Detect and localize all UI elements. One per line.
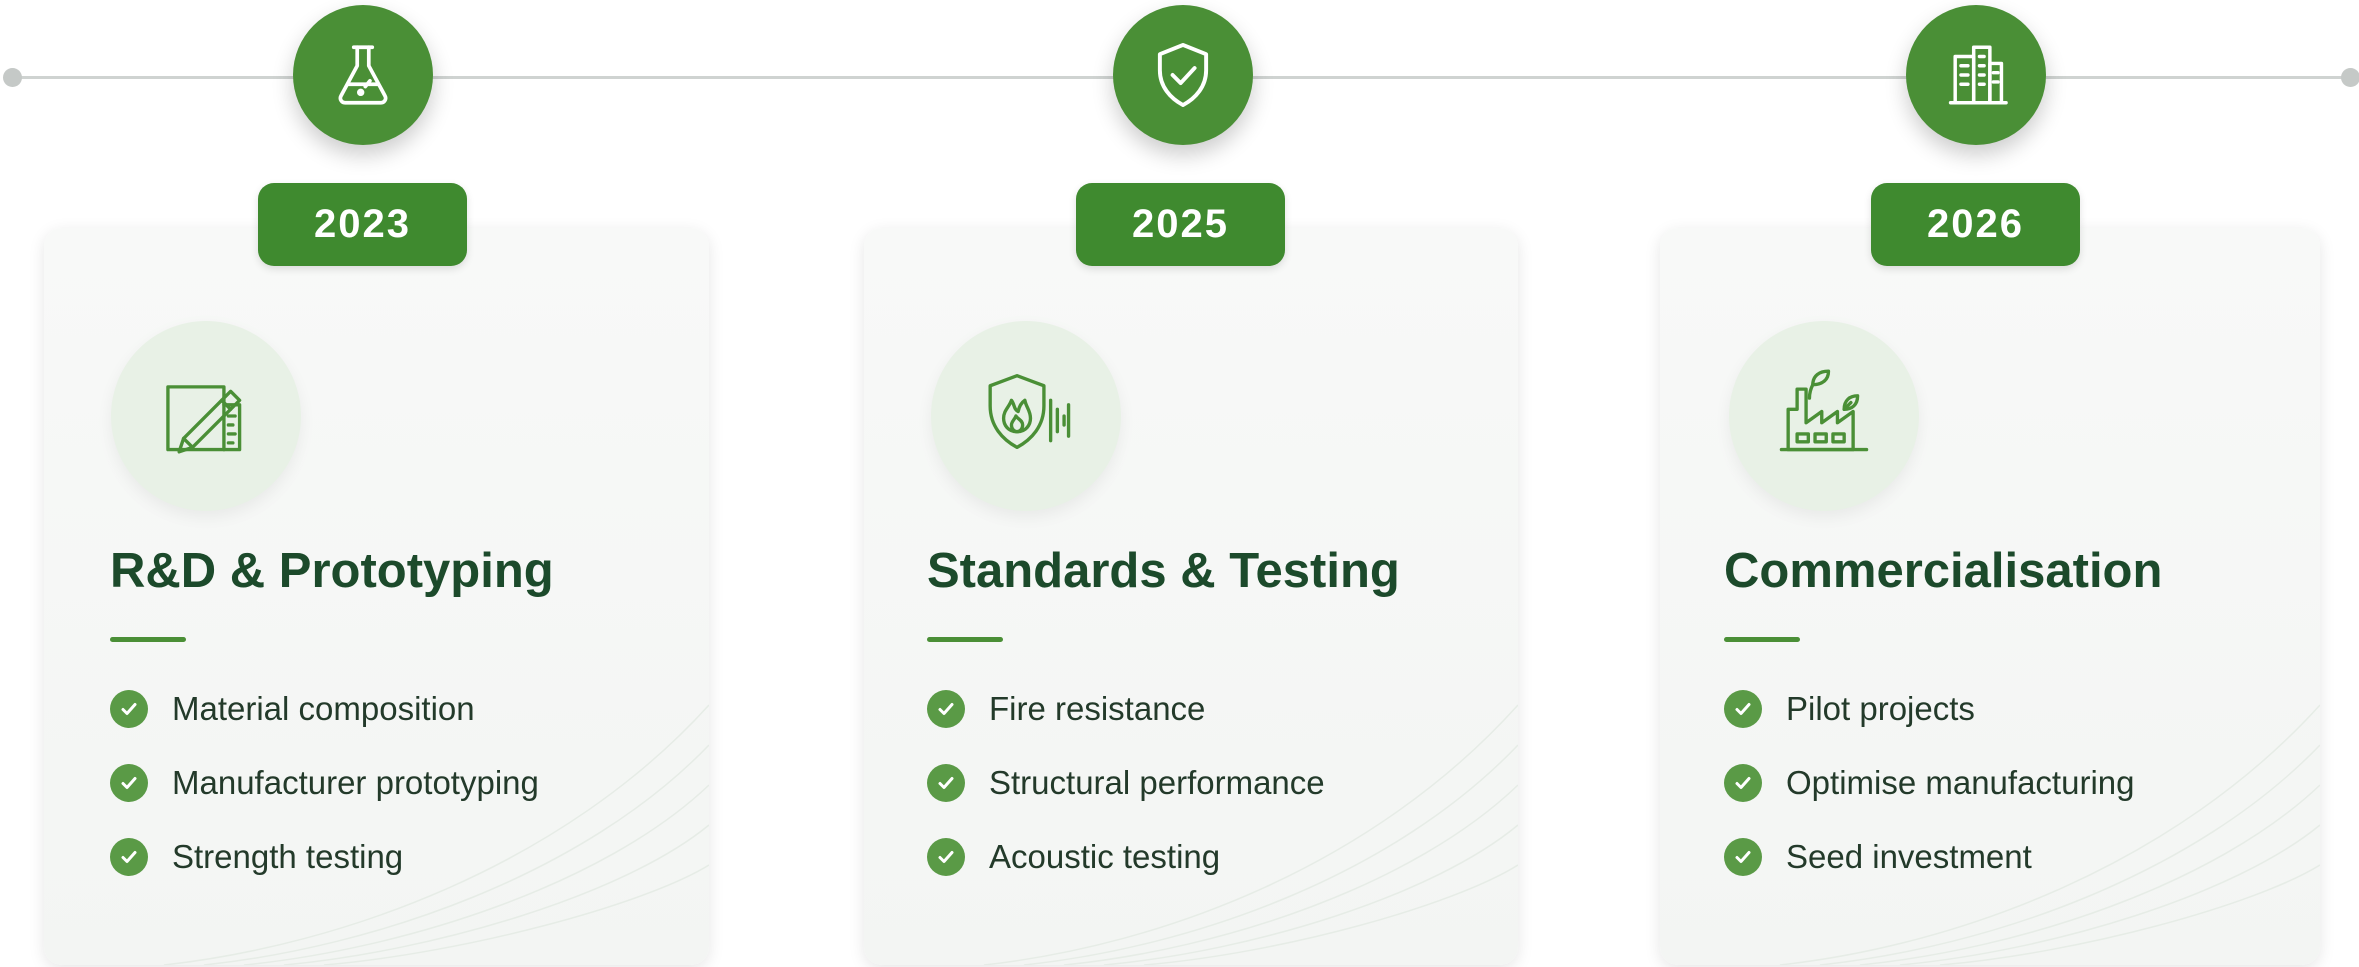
fire-shield-sound-icon	[931, 321, 1121, 511]
list-item-label: Fire resistance	[989, 690, 1206, 727]
list-item-label: Manufacturer prototyping	[172, 764, 539, 801]
flask-icon	[293, 5, 433, 145]
list-item: Seed investment	[1724, 836, 2134, 878]
drafting-pencil-ruler-icon	[111, 321, 301, 511]
list-item-label: Optimise manufacturing	[1786, 764, 2135, 801]
factory-leaf-icon	[1729, 321, 1919, 511]
buildings-icon	[1906, 5, 2046, 145]
list-item: Pilot projects	[1724, 688, 2134, 730]
phase-title: Commercialisation	[1724, 544, 2163, 598]
list-item: Manufacturer prototyping	[110, 762, 539, 804]
check-circle-icon	[1724, 764, 1762, 802]
year-badge-2026: 2026	[1871, 183, 2080, 266]
check-circle-icon	[1724, 690, 1762, 728]
checklist: Pilot projects Optimise manufacturing Se…	[1724, 688, 2134, 910]
list-item: Material composition	[110, 688, 539, 730]
timeline-end-dot	[2341, 68, 2359, 87]
list-item: Strength testing	[110, 836, 539, 878]
list-item: Fire resistance	[927, 688, 1325, 730]
phase-title: R&D & Prototyping	[110, 544, 554, 598]
phase-title: Standards & Testing	[927, 544, 1400, 598]
list-item-label: Material composition	[172, 690, 475, 727]
title-underline	[927, 637, 1003, 642]
check-circle-icon	[1724, 838, 1762, 876]
checklist: Material composition Manufacturer protot…	[110, 688, 539, 910]
check-circle-icon	[927, 838, 965, 876]
timeline-start-dot	[3, 68, 22, 87]
checklist: Fire resistance Structural performance A…	[927, 688, 1325, 910]
list-item: Acoustic testing	[927, 836, 1325, 878]
check-circle-icon	[927, 690, 965, 728]
list-item: Structural performance	[927, 762, 1325, 804]
list-item-label: Strength testing	[172, 838, 404, 875]
title-underline	[110, 637, 186, 642]
year-badge-2025: 2025	[1076, 183, 1285, 266]
list-item-label: Pilot projects	[1786, 690, 1975, 727]
list-item-label: Acoustic testing	[989, 838, 1221, 875]
check-circle-icon	[110, 690, 148, 728]
check-circle-icon	[110, 764, 148, 802]
year-badge-2023: 2023	[258, 183, 467, 266]
shield-check-icon	[1113, 5, 1253, 145]
check-circle-icon	[927, 764, 965, 802]
title-underline	[1724, 637, 1800, 642]
check-circle-icon	[110, 838, 148, 876]
list-item: Optimise manufacturing	[1724, 762, 2134, 804]
list-item-label: Structural performance	[989, 764, 1325, 801]
list-item-label: Seed investment	[1786, 838, 2032, 875]
